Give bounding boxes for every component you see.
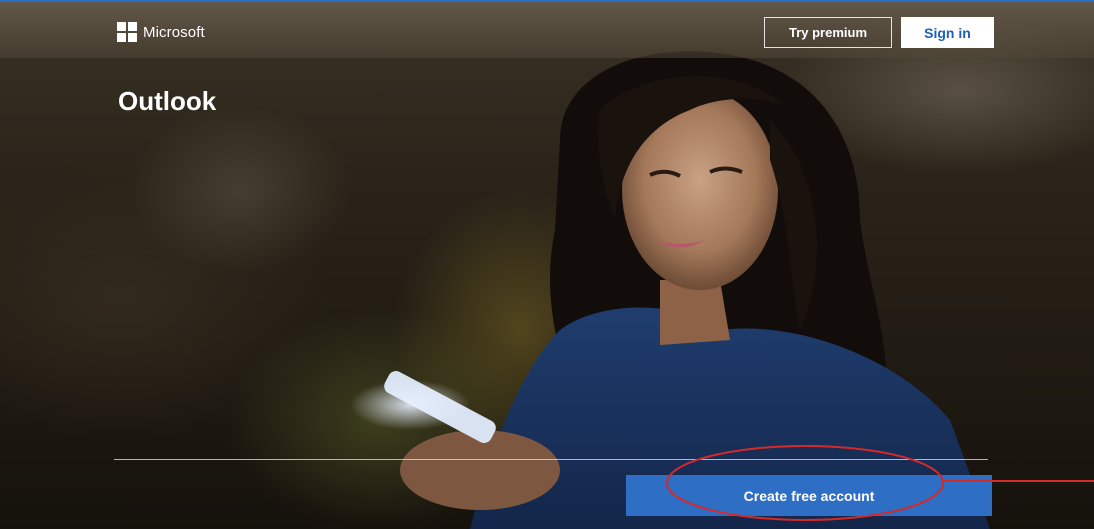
microsoft-logo-icon [117,22,137,42]
microsoft-brand[interactable]: Microsoft [117,22,205,42]
top-navigation-bar: Microsoft Try premium Sign in [0,0,1094,58]
try-premium-button[interactable]: Try premium [764,17,892,48]
page-title: Outlook [118,86,217,116]
hero-photo [350,51,990,529]
divider-line [114,459,988,460]
hands-shape [400,430,560,510]
create-free-account-button[interactable]: Create free account [626,475,992,516]
outlook-landing-page: Microsoft Try premium Sign in Outlook Cr… [0,0,1094,529]
sign-in-button[interactable]: Sign in [901,17,994,48]
brand-name: Microsoft [143,23,205,41]
